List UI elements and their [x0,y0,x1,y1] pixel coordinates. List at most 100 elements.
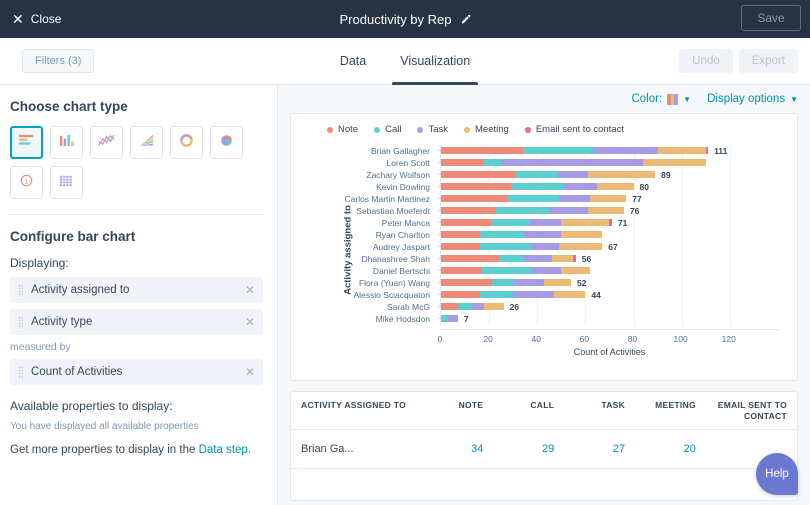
stacked-bar[interactable] [441,219,612,226]
bar-segment[interactable] [522,231,562,238]
chart-type-pie[interactable] [210,126,243,159]
bar-segment[interactable] [441,231,480,238]
bar-segment[interactable] [479,231,523,238]
bar-segment[interactable] [587,171,656,178]
legend-item[interactable]: Note [327,124,358,135]
chart-bar-row[interactable]: 77 [438,193,779,205]
chart-bar-row[interactable]: 26 [438,301,779,313]
bar-segment[interactable] [561,231,603,238]
bar-segment[interactable] [513,279,545,286]
stacked-bar[interactable] [441,267,591,274]
stacked-bar[interactable] [441,183,634,190]
bar-segment[interactable] [513,291,555,298]
data-step-link[interactable]: Data step. [199,444,251,456]
table-cell-value[interactable]: 34 [422,429,494,470]
bar-segment[interactable] [563,183,598,190]
bar-segment[interactable] [441,147,523,154]
bar-segment[interactable] [532,267,562,274]
displaying-chip-activity-type[interactable]: Activity type ✕ [10,309,263,335]
table-column-header[interactable]: ACTIVITY ASSIGNED TO [291,392,423,431]
legend-item[interactable]: Task [417,124,448,135]
bar-segment[interactable] [561,267,591,274]
pencil-icon[interactable] [460,14,471,25]
stacked-bar[interactable] [441,255,576,262]
chart-bar-row[interactable]: 7 [438,313,779,325]
stacked-bar[interactable] [441,159,706,166]
measure-chip-count-of-activities[interactable]: Count of Activities ✕ [10,359,263,385]
legend-item[interactable]: Meeting [464,124,509,135]
bar-segment[interactable] [558,243,603,250]
bar-segment[interactable] [441,243,480,250]
bar-segment[interactable] [573,255,576,262]
bar-segment[interactable] [609,219,612,226]
tab-visualization[interactable]: Visualization [392,38,479,85]
bar-segment[interactable] [441,291,480,298]
bar-segment[interactable] [532,243,559,250]
chart-type-vertical-bar[interactable] [50,126,83,159]
bar-segment[interactable] [597,183,634,190]
bar-segment[interactable] [592,147,658,154]
bar-segment[interactable] [551,255,574,262]
bar-segment[interactable] [556,171,588,178]
drag-handle-icon[interactable] [18,365,23,379]
bar-segment[interactable] [705,147,709,154]
bar-segment[interactable] [657,147,706,154]
bar-segment[interactable] [441,171,516,178]
bar-segment[interactable] [441,183,511,190]
drag-handle-icon[interactable] [18,283,23,297]
stacked-bar[interactable] [441,147,709,154]
bar-segment[interactable] [501,159,644,166]
chart-bar-row[interactable]: 111 [438,145,779,157]
chart-type-data-table[interactable] [50,166,83,199]
bar-segment[interactable] [441,159,485,166]
bar-segment[interactable] [643,159,706,166]
bar-segment[interactable] [457,303,473,310]
stacked-bar[interactable] [441,243,603,250]
bar-segment[interactable] [479,243,533,250]
chart-bar-row[interactable]: 67 [438,241,779,253]
bar-segment[interactable] [441,207,497,214]
bar-segment[interactable] [515,171,557,178]
drag-handle-icon[interactable] [18,315,23,329]
chart-type-horizontal-bar[interactable] [10,126,43,159]
table-column-header[interactable]: EMAIL SENT TO CONTACT [705,392,797,431]
chart-bar-row[interactable] [438,229,779,241]
stacked-bar[interactable] [441,207,624,214]
bar-segment[interactable] [491,219,531,226]
chart-bar-row[interactable] [438,265,779,277]
table-cell-value[interactable]: 29 [493,429,565,470]
bar-segment[interactable] [491,279,514,286]
bar-segment[interactable] [484,159,502,166]
table-column-header[interactable]: TASK [564,392,636,431]
table-row[interactable]: Brian Ga... 34 29 27 20 [291,429,797,470]
bar-segment[interactable] [522,147,593,154]
chart-type-donut[interactable] [170,126,203,159]
bar-segment[interactable] [441,279,492,286]
bar-segment[interactable] [549,207,588,214]
tab-data[interactable]: Data [340,38,366,85]
chart-bar-row[interactable]: 80 [438,181,779,193]
bar-segment[interactable] [522,255,552,262]
chart-bar-row[interactable]: 56 [438,253,779,265]
table-column-header[interactable]: MEETING [635,392,706,431]
displaying-chip-activity-assigned-to[interactable]: Activity assigned to ✕ [10,277,263,303]
undo-button[interactable]: Undo [679,49,733,73]
bar-segment[interactable] [510,183,564,190]
chart-bar-row[interactable]: 52 [438,277,779,289]
bar-segment[interactable] [498,255,523,262]
stacked-bar[interactable] [441,303,504,310]
bar-segment[interactable] [448,315,458,322]
remove-icon[interactable]: ✕ [245,366,255,378]
bar-segment[interactable] [554,291,586,298]
bar-segment[interactable] [587,207,624,214]
save-button[interactable]: Save [741,5,801,31]
bar-segment[interactable] [590,195,627,202]
bar-segment[interactable] [479,291,514,298]
export-button[interactable]: Export [738,49,798,73]
table-cell-value[interactable]: 27 [564,429,636,470]
remove-icon[interactable]: ✕ [245,284,255,296]
chart-bar-row[interactable]: 44 [438,289,779,301]
bar-segment[interactable] [441,303,458,310]
display-options-button[interactable]: Display options ▼ [707,93,798,105]
bar-segment[interactable] [441,195,509,202]
